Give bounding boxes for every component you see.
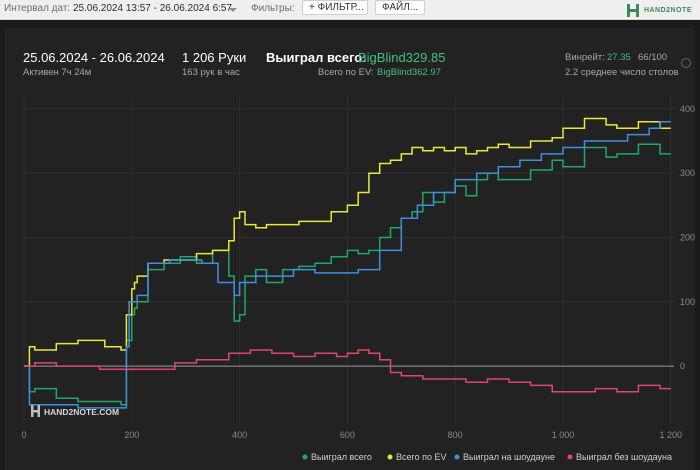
x-tick-label: 600 — [340, 430, 355, 440]
legend-label[interactable]: Всего по EV — [396, 452, 446, 462]
watermark-text: HAND2NOTE.COM — [44, 407, 119, 417]
y-tick-label: 300 — [680, 168, 695, 178]
x-tick-label: 0 — [21, 430, 26, 440]
y-tick-label: 100 — [680, 297, 695, 307]
legend-marker — [387, 454, 393, 460]
legend-marker — [567, 454, 573, 460]
x-tick-label: 1 200 — [660, 430, 683, 440]
watermark-bar — [37, 405, 40, 417]
watermark: HAND2NOTE.COM — [31, 405, 119, 417]
legend-marker — [302, 454, 308, 460]
legend-label[interactable]: Выиграл на шоудауне — [463, 452, 555, 462]
chart-legend: Выиграл всего Всего по EV Выиграл на шоуда… — [302, 452, 672, 462]
chart-grid — [23, 96, 674, 424]
y-tick-label: 400 — [680, 104, 695, 114]
y-tick-label: 200 — [680, 232, 695, 242]
x-tick-label: 800 — [448, 430, 463, 440]
legend-marker — [454, 454, 460, 460]
winnings-chart: 0 200 400 600 800 1 000 1 200 0 100 200 300 400 HAN… — [21, 96, 695, 462]
x-tick-label: 400 — [232, 430, 247, 440]
legend-label[interactable]: Выиграл без шоудауна — [576, 452, 672, 462]
watermark-bar — [33, 410, 38, 413]
watermark-bar — [31, 405, 34, 417]
x-tick-label: 200 — [124, 430, 139, 440]
legend-label[interactable]: Выиграл всего — [311, 452, 372, 462]
x-tick-label: 1 000 — [552, 430, 575, 440]
y-tick-label: 0 — [680, 361, 685, 371]
